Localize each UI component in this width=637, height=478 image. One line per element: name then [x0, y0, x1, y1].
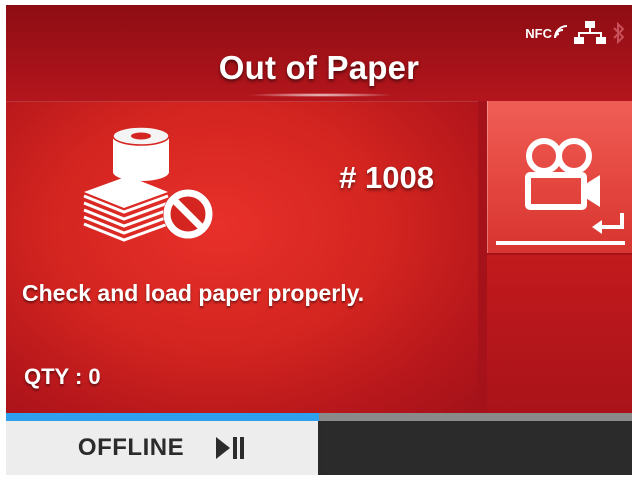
- error-code: # 1008: [339, 160, 434, 195]
- bluetooth-icon: [613, 21, 625, 45]
- video-help-button[interactable]: [487, 101, 632, 253]
- side-panel-empty: [487, 255, 632, 413]
- play-pause-icon: [216, 437, 245, 459]
- paper-out-icon: [83, 126, 213, 242]
- footer-bar: OFFLINE: [6, 413, 632, 475]
- nfc-label: NFC: [525, 25, 552, 41]
- offline-label: OFFLINE: [77, 434, 185, 461]
- error-message: Check and load paper properly.: [22, 280, 365, 306]
- page-title: Out of Paper: [218, 49, 420, 86]
- video-enter-icon: [525, 138, 624, 234]
- nfc-indicator: NFC: [525, 24, 568, 42]
- network-icon: [574, 21, 606, 44]
- error-panel: # 1008 Check and load paper properly. QT…: [6, 101, 478, 413]
- qty-label: QTY : 0: [24, 364, 101, 389]
- printer-screen: NFC Out of Paper # 1008 Check and load p…: [6, 5, 632, 475]
- side-button-underline: [496, 241, 625, 245]
- nfc-icon: [554, 25, 568, 39]
- header: NFC Out of Paper: [6, 5, 632, 101]
- title-underline-glow: [246, 93, 396, 97]
- footer-right-empty: [322, 421, 632, 475]
- offline-button[interactable]: OFFLINE: [6, 421, 318, 475]
- progress-track: [6, 413, 632, 421]
- progress-fill: [6, 413, 319, 421]
- status-icons: NFC: [525, 19, 626, 47]
